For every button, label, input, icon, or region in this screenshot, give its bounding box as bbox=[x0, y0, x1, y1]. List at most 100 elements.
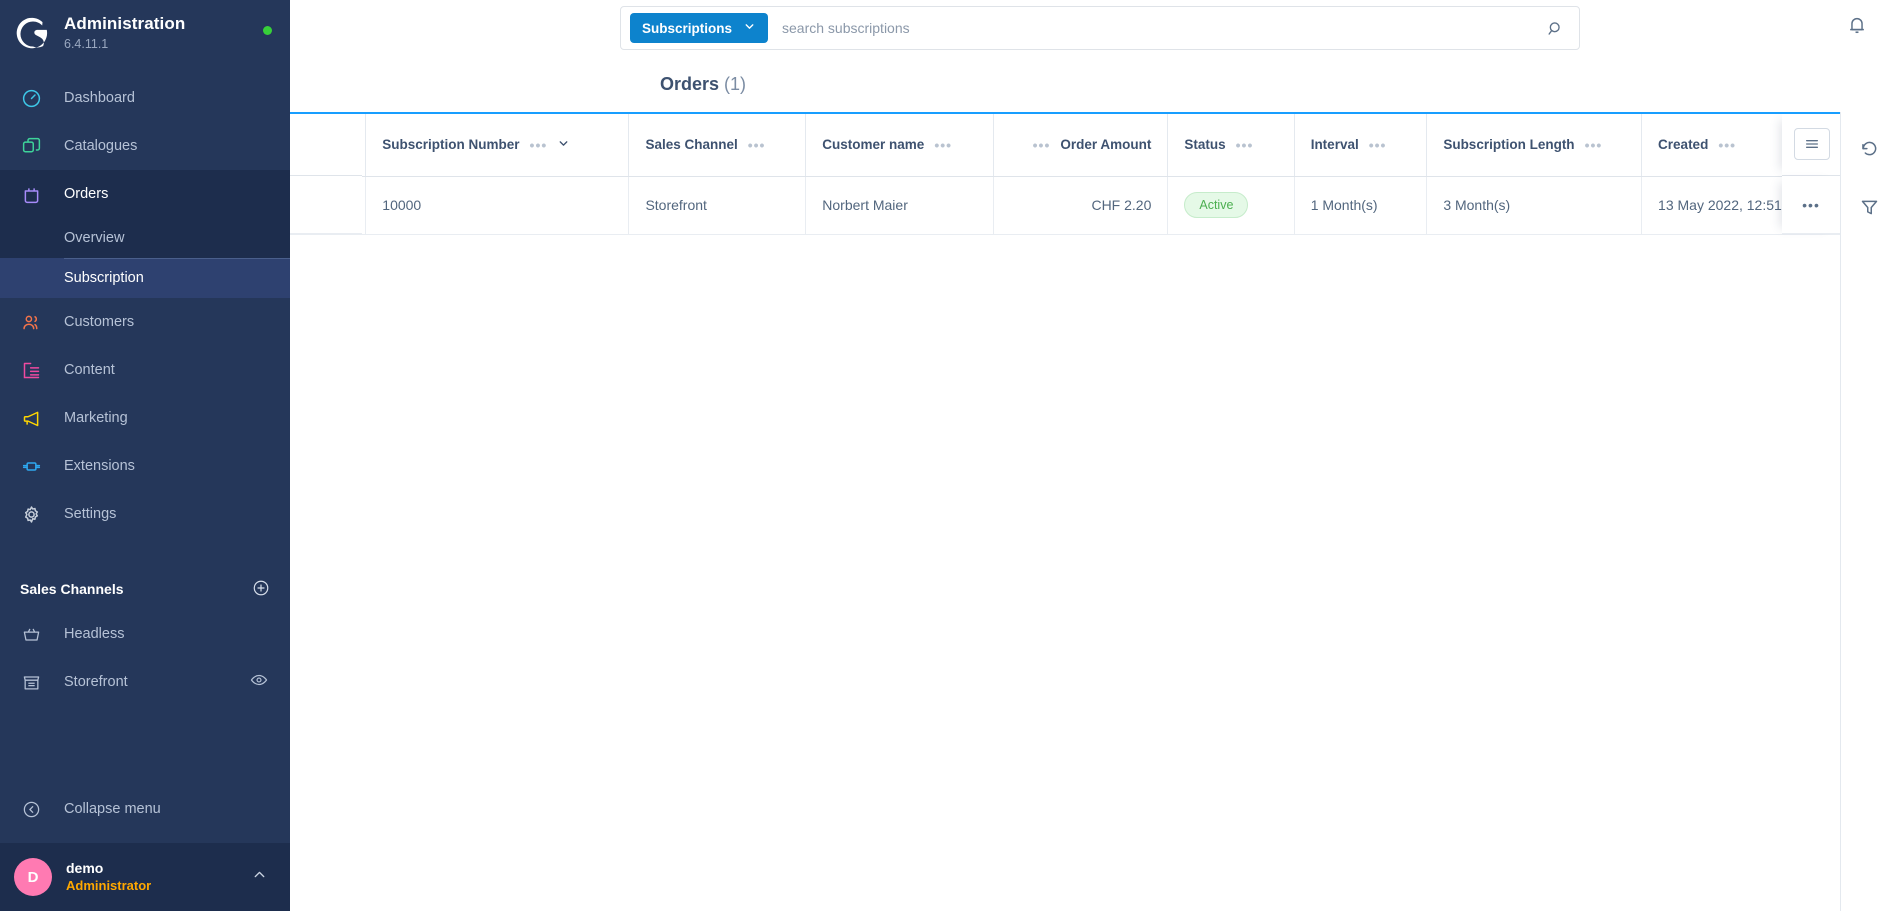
extensions-plug-icon bbox=[20, 455, 42, 477]
sidebar-item-catalogues[interactable]: Catalogues bbox=[0, 122, 290, 170]
sidebar-item-label: Dashboard bbox=[64, 89, 135, 106]
refresh-icon[interactable] bbox=[1855, 134, 1885, 164]
column-header-interval[interactable]: Interval ••• bbox=[1294, 114, 1428, 177]
column-menu-icon[interactable]: ••• bbox=[1033, 138, 1051, 152]
columns-settings-icon[interactable] bbox=[1794, 128, 1830, 160]
sidebar-item-label: Marketing bbox=[64, 409, 128, 426]
sales-channels-title: Sales Channels bbox=[20, 581, 124, 597]
status-dot bbox=[263, 25, 272, 35]
dashboard-icon bbox=[20, 87, 42, 109]
sort-chevron-down-icon[interactable] bbox=[557, 137, 570, 153]
sidebar-channel-label: Headless bbox=[64, 626, 125, 642]
sidebar-item-label: Catalogues bbox=[64, 137, 138, 154]
shopware-logo bbox=[14, 15, 52, 53]
table-header-row: Subscription Number ••• Sales Channel ••… bbox=[290, 114, 1840, 177]
orders-bag-icon bbox=[20, 183, 42, 205]
sidebar-item-marketing[interactable]: Marketing bbox=[0, 394, 290, 442]
sidebar-nav: Dashboard Catalogues Orders Overview Sub… bbox=[0, 68, 290, 785]
sidebar-item-customers[interactable]: Customers bbox=[0, 298, 290, 346]
sidebar-item-settings[interactable]: Settings bbox=[0, 490, 290, 538]
column-menu-icon[interactable]: ••• bbox=[1585, 138, 1603, 152]
column-label: Created bbox=[1658, 137, 1709, 153]
user-name: demo bbox=[66, 860, 104, 877]
chevron-down-icon bbox=[743, 20, 756, 36]
sales-channels-header: Sales Channels bbox=[0, 568, 290, 610]
sticky-select-all-header bbox=[290, 114, 362, 176]
sidebar-item-extensions[interactable]: Extensions bbox=[0, 442, 290, 490]
subscriptions-table: Subscription Number ••• Sales Channel ••… bbox=[290, 114, 1840, 235]
sidebar-subitem-label: Subscription bbox=[64, 270, 144, 286]
column-menu-icon[interactable]: ••• bbox=[1718, 138, 1736, 152]
user-menu[interactable]: D demo Administrator bbox=[0, 843, 290, 911]
catalogues-icon bbox=[20, 135, 42, 157]
cell-sales-channel: Storefront bbox=[628, 176, 807, 235]
add-sales-channel-button[interactable] bbox=[252, 579, 270, 600]
sidebar-item-dashboard[interactable]: Dashboard bbox=[0, 74, 290, 122]
column-header-subscription-length[interactable]: Subscription Length ••• bbox=[1426, 114, 1643, 177]
data-grid-scroll[interactable]: Subscription Number ••• Sales Channel ••… bbox=[290, 114, 1840, 911]
column-header-customer-name[interactable]: Customer name ••• bbox=[805, 114, 994, 177]
data-grid: Subscription Number ••• Sales Channel ••… bbox=[290, 112, 1840, 911]
grid-side-rail bbox=[1840, 112, 1898, 911]
filter-funnel-icon[interactable] bbox=[1855, 192, 1885, 222]
status-badge: Active bbox=[1184, 192, 1249, 218]
cell-order-amount: CHF 2.20 bbox=[993, 176, 1169, 235]
eye-icon[interactable] bbox=[250, 671, 268, 693]
column-label: Status bbox=[1184, 137, 1226, 153]
user-role: Administrator bbox=[66, 877, 152, 893]
column-label: Order Amount bbox=[1060, 137, 1152, 153]
column-label: Customer name bbox=[822, 137, 925, 153]
page-title-text: Orders bbox=[660, 73, 720, 94]
sidebar-item-label: Orders bbox=[64, 185, 109, 202]
table-row[interactable]: 10000 Storefront Norbert Maier CHF 2.20 … bbox=[290, 176, 1840, 235]
cell-subscription-length: 3 Month(s) bbox=[1426, 176, 1643, 235]
column-menu-icon[interactable]: ••• bbox=[934, 138, 952, 152]
cell-subscription-number: 10000 bbox=[365, 176, 630, 235]
sidebar-brand-title: Administration bbox=[64, 14, 186, 34]
column-menu-icon[interactable]: ••• bbox=[748, 138, 766, 152]
sidebar-channel-label: Storefront bbox=[64, 674, 128, 690]
table-body: 10000 Storefront Norbert Maier CHF 2.20 … bbox=[290, 176, 1840, 235]
customers-icon bbox=[20, 311, 42, 333]
page-title: Orders (1) bbox=[660, 74, 746, 95]
sidebar-brand[interactable]: Administration 6.4.11.1 bbox=[0, 0, 290, 68]
content-icon bbox=[20, 359, 42, 381]
column-header-status[interactable]: Status ••• bbox=[1167, 114, 1295, 177]
column-label: Subscription Number bbox=[382, 137, 520, 153]
column-menu-icon[interactable]: ••• bbox=[530, 138, 548, 152]
row-actions-button[interactable]: ••• bbox=[1782, 176, 1840, 234]
table-head: Subscription Number ••• Sales Channel ••… bbox=[290, 114, 1840, 177]
search-icon[interactable] bbox=[1546, 19, 1571, 38]
column-menu-icon[interactable]: ••• bbox=[1369, 138, 1387, 152]
content-area: Subscription Number ••• Sales Channel ••… bbox=[290, 112, 1898, 911]
search-input[interactable] bbox=[768, 20, 1546, 36]
sidebar-brand-version: 6.4.11.1 bbox=[64, 37, 109, 52]
sidebar: Administration 6.4.11.1 Dashboard Catalo… bbox=[0, 0, 290, 911]
sidebar-subitem-label: Overview bbox=[64, 230, 125, 246]
sidebar-item-content[interactable]: Content bbox=[0, 346, 290, 394]
column-label: Subscription Length bbox=[1443, 137, 1575, 153]
bell-icon[interactable] bbox=[1846, 14, 1868, 41]
search-type-label: Subscriptions bbox=[642, 20, 733, 36]
storefront-icon bbox=[20, 671, 42, 693]
column-header-order-amount[interactable]: ••• Order Amount bbox=[993, 114, 1169, 177]
page-header: Orders (1) bbox=[290, 56, 1898, 112]
sidebar-channel-storefront[interactable]: Storefront bbox=[0, 658, 290, 706]
basket-icon bbox=[20, 623, 42, 645]
sidebar-item-orders[interactable]: Orders bbox=[0, 170, 290, 218]
sidebar-channel-headless[interactable]: Headless bbox=[0, 610, 290, 658]
chevron-up-icon[interactable] bbox=[251, 866, 268, 888]
column-menu-icon[interactable]: ••• bbox=[1236, 138, 1254, 152]
settings-gear-icon bbox=[20, 503, 42, 525]
cell-interval: 1 Month(s) bbox=[1294, 176, 1428, 235]
sidebar-item-overview[interactable]: Overview bbox=[0, 218, 290, 258]
marketing-megaphone-icon bbox=[20, 407, 42, 429]
collapse-menu-button[interactable]: Collapse menu bbox=[0, 785, 290, 833]
column-header-subscription-number[interactable]: Subscription Number ••• bbox=[365, 114, 630, 177]
sidebar-item-subscription[interactable]: Subscription bbox=[0, 258, 290, 298]
row-context-menu-icon: ••• bbox=[1802, 196, 1820, 213]
column-header-sales-channel[interactable]: Sales Channel ••• bbox=[628, 114, 807, 177]
search-type-dropdown[interactable]: Subscriptions bbox=[630, 13, 769, 43]
main-area: Subscriptions search subscriptions Order… bbox=[290, 0, 1898, 911]
sidebar-item-label: Customers bbox=[64, 313, 135, 330]
